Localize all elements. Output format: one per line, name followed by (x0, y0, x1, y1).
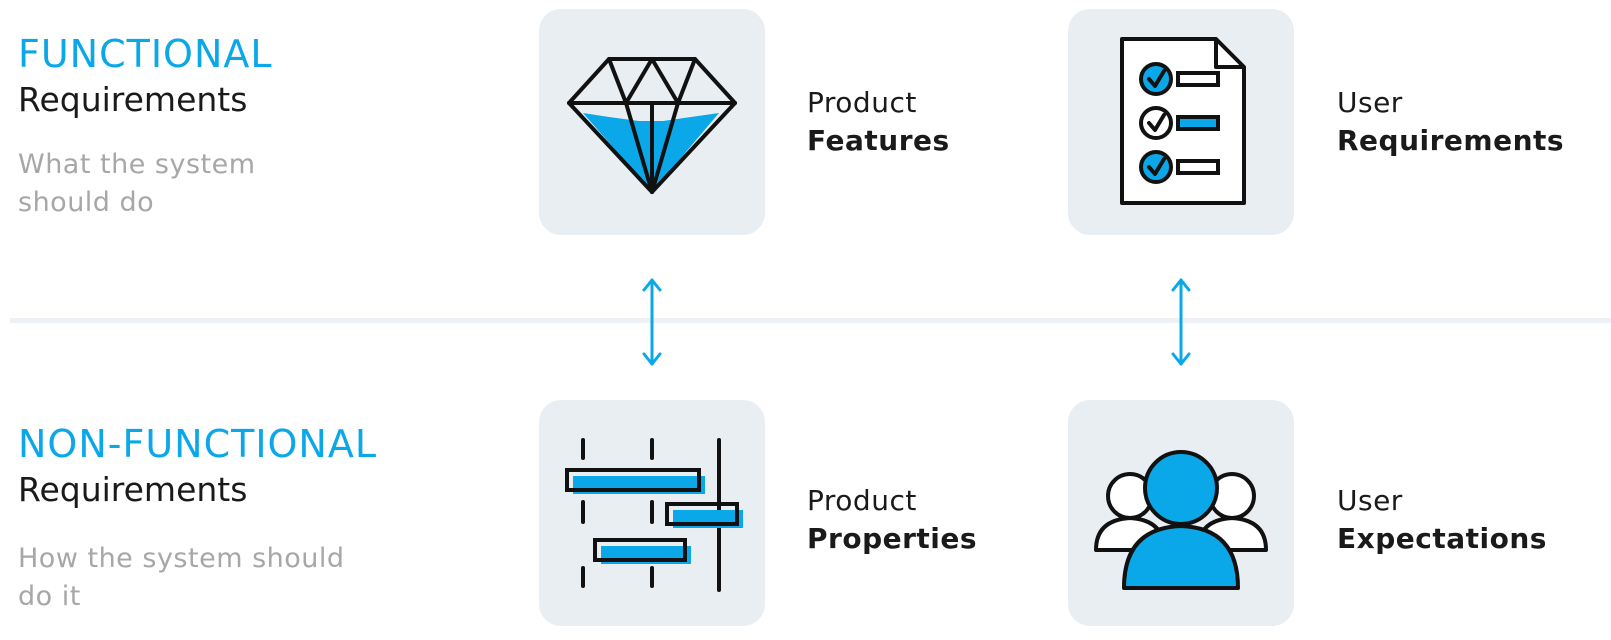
functional-subtitle: Requirements (18, 80, 248, 119)
non-functional-title: NON-FUNCTIONAL (18, 422, 378, 466)
user-requirements-line2: Requirements (1337, 124, 1565, 157)
non-functional-subtitle: Requirements (18, 470, 248, 509)
product-features-tile (539, 9, 765, 235)
product-features-label: Product Features (807, 84, 950, 160)
product-properties-label: Product Properties (807, 482, 977, 558)
user-expectations-label: User Expectations (1337, 482, 1547, 558)
user-expectations-line2: Expectations (1337, 522, 1547, 555)
functional-description: What the system should do (18, 149, 256, 218)
product-properties-tile (539, 400, 765, 626)
double-arrow-icon (642, 278, 662, 366)
gantt-chart-icon (565, 438, 743, 592)
double-arrow-icon (1171, 278, 1191, 366)
checklist-document-icon (1120, 37, 1246, 205)
user-requirements-line1: User (1337, 86, 1403, 119)
product-features-line1: Product (807, 86, 917, 119)
user-expectations-line1: User (1337, 484, 1403, 517)
non-functional-description: How the system should do it (18, 543, 345, 612)
product-properties-line1: Product (807, 484, 917, 517)
functional-title: FUNCTIONAL (18, 32, 273, 76)
user-group-icon (1094, 450, 1268, 590)
product-features-line2: Features (807, 124, 950, 157)
user-requirements-label: User Requirements (1337, 84, 1564, 160)
diamond-icon (567, 57, 737, 194)
user-expectations-tile (1068, 400, 1294, 626)
product-properties-line2: Properties (807, 522, 978, 555)
section-divider (10, 318, 1611, 323)
user-requirements-tile (1068, 9, 1294, 235)
